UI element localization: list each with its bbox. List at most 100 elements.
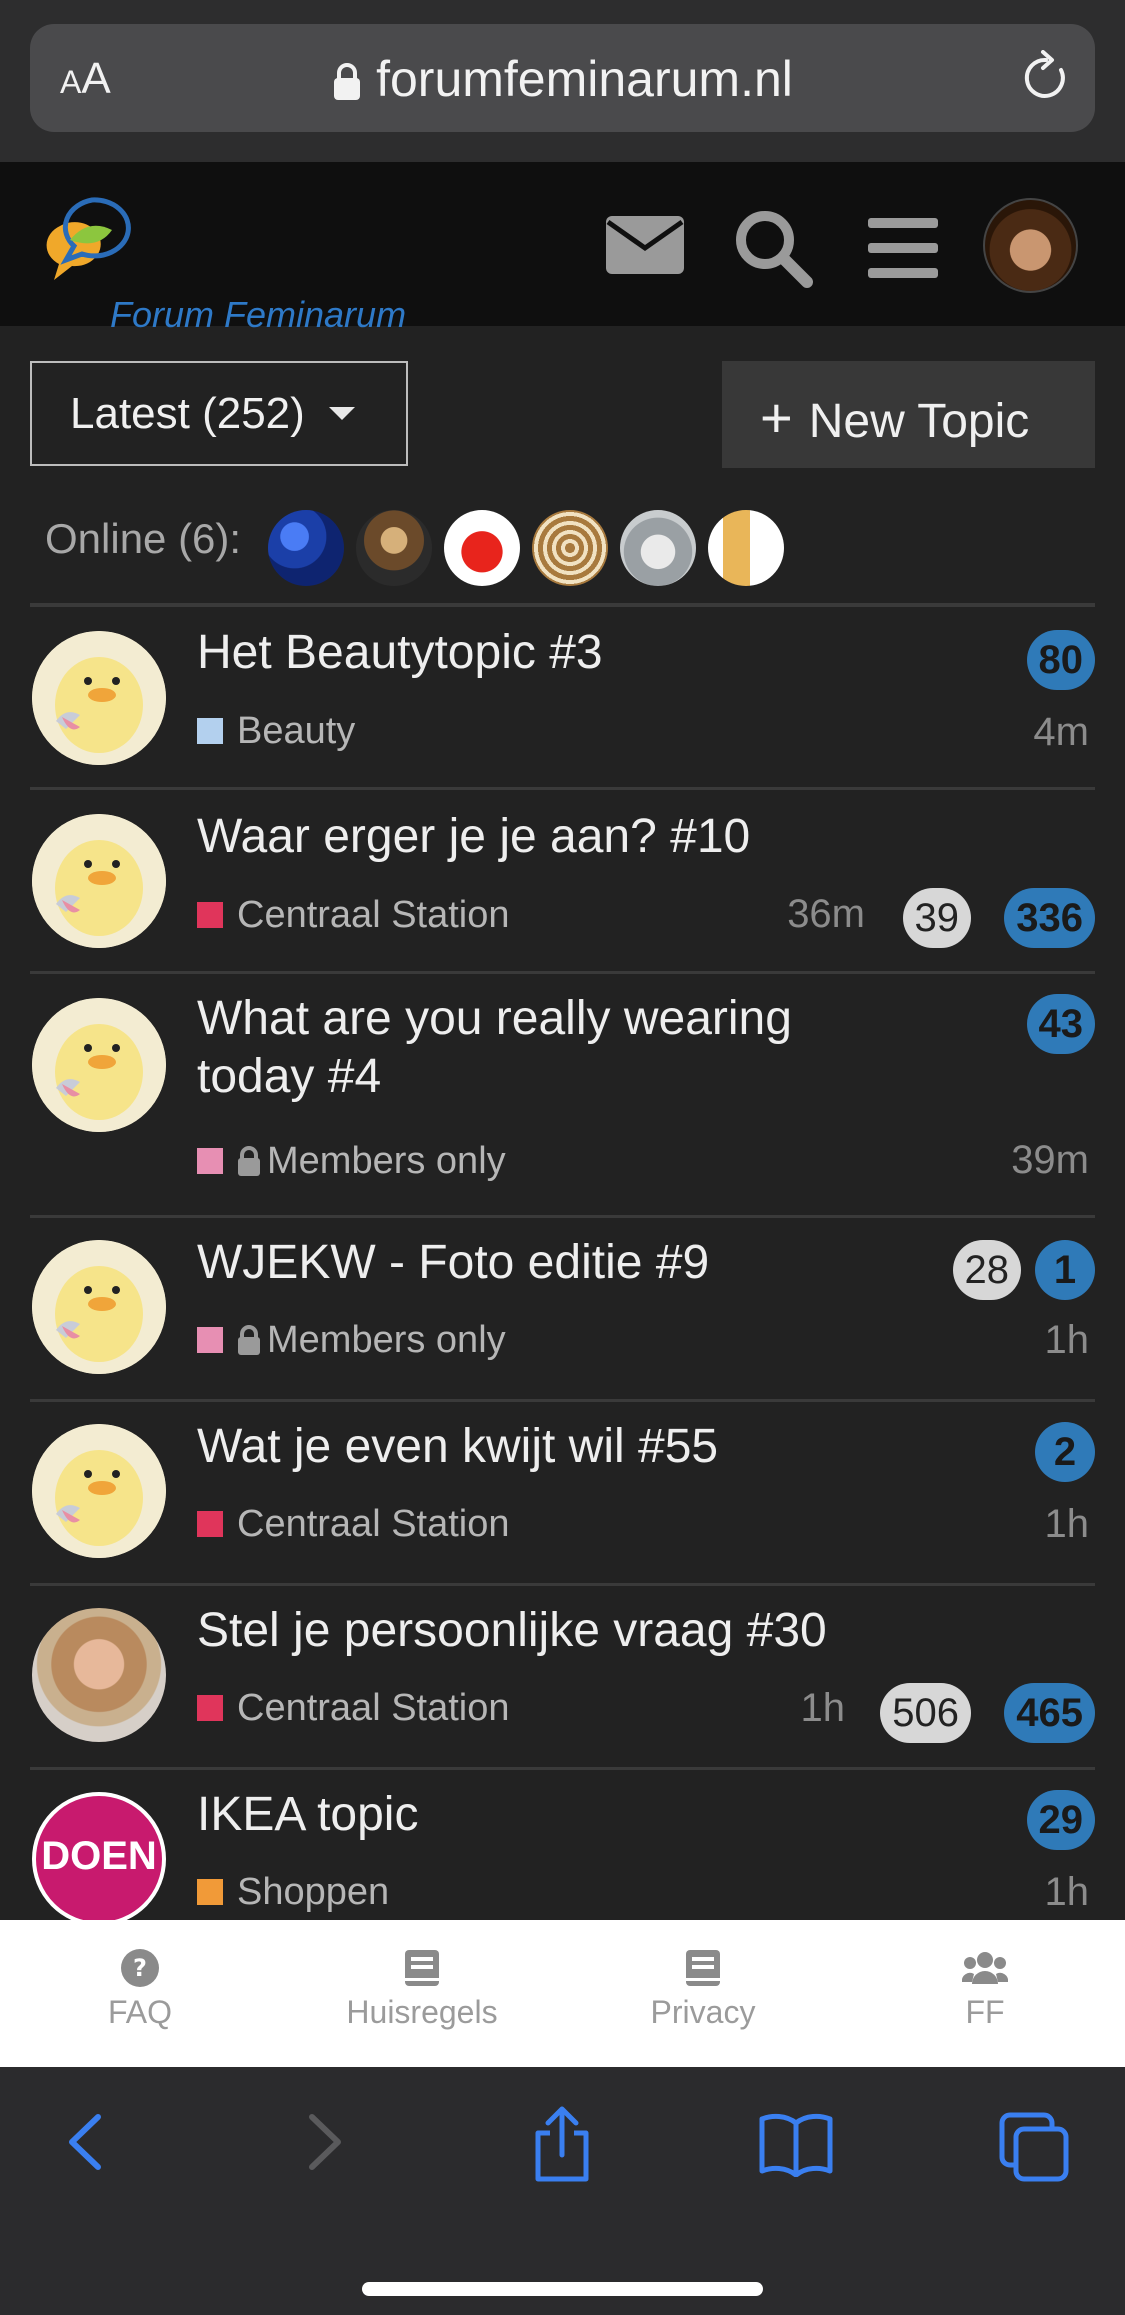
unread-count-badge[interactable]: 80 — [1026, 630, 1095, 690]
topic-category[interactable]: Centraal Station — [197, 1503, 510, 1546]
topic-row[interactable]: Wat je even kwijt wil #55 Centraal Stati… — [30, 1402, 1095, 1586]
back-icon[interactable] — [60, 2107, 110, 2177]
topic-title[interactable]: Waar erger je je aan? #10 — [197, 808, 750, 866]
forum-logo[interactable]: Forum Feminarum — [30, 192, 430, 335]
address-bar[interactable]: AA forumfeminarum.nl — [30, 24, 1095, 132]
home-indicator — [362, 2282, 763, 2296]
category-color-swatch — [197, 1695, 223, 1721]
chick-avatar-icon — [32, 998, 166, 1132]
topic-time[interactable]: 1h — [1045, 1870, 1090, 1915]
footer-huisregels-link[interactable]: Huisregels — [332, 1948, 512, 2031]
online-avatar[interactable] — [708, 510, 784, 586]
topic-title[interactable]: Stel je persoonlijke vraag #30 — [197, 1602, 827, 1660]
category-color-swatch — [197, 1327, 223, 1353]
url-display[interactable]: forumfeminarum.nl — [30, 50, 1095, 108]
topic-time[interactable]: 1h — [801, 1686, 846, 1731]
topic-title[interactable]: Het Beautytopic #3 — [197, 624, 603, 682]
reload-icon[interactable] — [1021, 50, 1071, 106]
browser-address-area: AA forumfeminarum.nl — [0, 0, 1125, 162]
online-users — [268, 510, 784, 586]
footer-ff-link[interactable]: FF — [940, 1948, 1030, 2031]
unread-count-badge[interactable]: 29 — [1026, 1790, 1095, 1850]
unread-count-badge[interactable]: 336 — [1004, 888, 1095, 948]
topic-avatar[interactable] — [32, 1240, 166, 1374]
topic-time[interactable]: 1h — [1045, 1502, 1090, 1547]
footer-faq-link[interactable]: ? FAQ — [90, 1948, 190, 2031]
online-avatar[interactable] — [620, 510, 696, 586]
unread-count-badge[interactable]: 2 — [1035, 1422, 1095, 1482]
topic-avatar[interactable] — [32, 1608, 166, 1742]
topic-row[interactable]: WJEKW - Foto editie #9 Members only 28 1… — [30, 1218, 1095, 1402]
svg-text:?: ? — [133, 1954, 147, 1982]
topic-category[interactable]: Members only — [197, 1319, 506, 1362]
topic-time[interactable]: 36m — [787, 892, 865, 937]
topic-category[interactable]: Centraal Station — [197, 894, 510, 937]
online-avatar[interactable] — [532, 510, 608, 586]
caret-down-icon — [328, 407, 355, 420]
topic-title[interactable]: What are you really wearing today #4 — [197, 990, 792, 1106]
unread-count-badge[interactable]: 465 — [1004, 1683, 1095, 1743]
online-avatar[interactable] — [268, 510, 344, 586]
topic-avatar[interactable]: DOEN — [32, 1792, 166, 1920]
topic-avatar[interactable] — [32, 1424, 166, 1558]
topic-row[interactable]: What are you really wearing today #4 Memb… — [30, 974, 1095, 1218]
question-circle-icon: ? — [121, 1949, 159, 1987]
forward-icon[interactable] — [300, 2107, 350, 2177]
avatar-text: DOEN — [41, 1834, 157, 1878]
reply-count-badge[interactable]: 39 — [902, 888, 971, 948]
reply-count-badge[interactable]: 506 — [880, 1683, 971, 1743]
topic-category[interactable]: Centraal Station — [197, 1687, 510, 1730]
search-icon[interactable] — [733, 208, 813, 288]
unread-count-badge[interactable]: 43 — [1026, 994, 1095, 1054]
online-avatar[interactable] — [356, 510, 432, 586]
lock-icon — [238, 1146, 260, 1176]
unread-count-badge[interactable]: 1 — [1035, 1240, 1095, 1300]
topic-list: Het Beautytopic #3 Beauty 80 4m Waar erg… — [30, 607, 1095, 1920]
category-color-swatch — [197, 902, 223, 928]
topic-row[interactable]: Het Beautytopic #3 Beauty 80 4m — [30, 607, 1095, 790]
category-color-swatch — [197, 1879, 223, 1905]
topic-avatar[interactable] — [32, 631, 166, 765]
user-avatar[interactable] — [983, 198, 1078, 293]
footer-privacy-link[interactable]: Privacy — [638, 1948, 768, 2031]
logo-text: Forum Feminarum — [110, 294, 407, 335]
category-color-swatch — [197, 1511, 223, 1537]
topic-title[interactable]: WJEKW - Foto editie #9 — [197, 1234, 709, 1292]
topic-row[interactable]: Stel je persoonlijke vraag #30 Centraal … — [30, 1586, 1095, 1770]
topic-avatar[interactable] — [32, 814, 166, 948]
tabs-icon[interactable] — [998, 2111, 1070, 2183]
share-icon[interactable] — [530, 2103, 594, 2183]
url-text: forumfeminarum.nl — [376, 51, 793, 107]
topic-time[interactable]: 4m — [1033, 710, 1089, 755]
lock-icon — [334, 63, 361, 100]
envelope-icon[interactable] — [604, 214, 686, 276]
latest-dropdown[interactable]: Latest (252) — [30, 361, 408, 466]
topic-title[interactable]: IKEA topic — [197, 1786, 418, 1844]
hamburger-menu-icon[interactable] — [868, 218, 938, 278]
topic-category[interactable]: Members only — [197, 1140, 506, 1183]
lock-icon — [238, 1325, 260, 1355]
bookmarks-icon[interactable] — [758, 2111, 834, 2177]
book-icon — [686, 1950, 720, 1986]
chick-avatar-icon — [32, 1424, 166, 1558]
topic-title[interactable]: Wat je even kwijt wil #55 — [197, 1418, 718, 1476]
topic-time[interactable]: 39m — [1011, 1138, 1089, 1183]
topic-category[interactable]: Beauty — [197, 710, 355, 753]
chick-avatar-icon — [32, 1240, 166, 1374]
reply-count-badge[interactable]: 28 — [952, 1240, 1021, 1300]
footer-nav: ? FAQ Huisregels Privacy FF — [0, 1920, 1125, 2067]
chick-avatar-icon — [32, 631, 166, 765]
category-color-swatch — [197, 718, 223, 744]
topic-row[interactable]: DOEN IKEA topic Shoppen 29 1h — [30, 1770, 1095, 1920]
plus-icon: + — [760, 386, 793, 449]
topic-avatar[interactable] — [32, 998, 166, 1132]
speech-bubbles-icon — [46, 197, 131, 280]
topic-time[interactable]: 1h — [1045, 1318, 1090, 1363]
new-topic-button[interactable]: + New Topic — [722, 361, 1095, 468]
category-color-swatch — [197, 1148, 223, 1174]
online-avatar[interactable] — [444, 510, 520, 586]
topic-category[interactable]: Shoppen — [197, 1871, 389, 1914]
online-label: Online (6): — [45, 515, 242, 562]
topic-row[interactable]: Waar erger je je aan? #10 Centraal Stati… — [30, 790, 1095, 974]
chick-avatar-icon — [32, 814, 166, 948]
